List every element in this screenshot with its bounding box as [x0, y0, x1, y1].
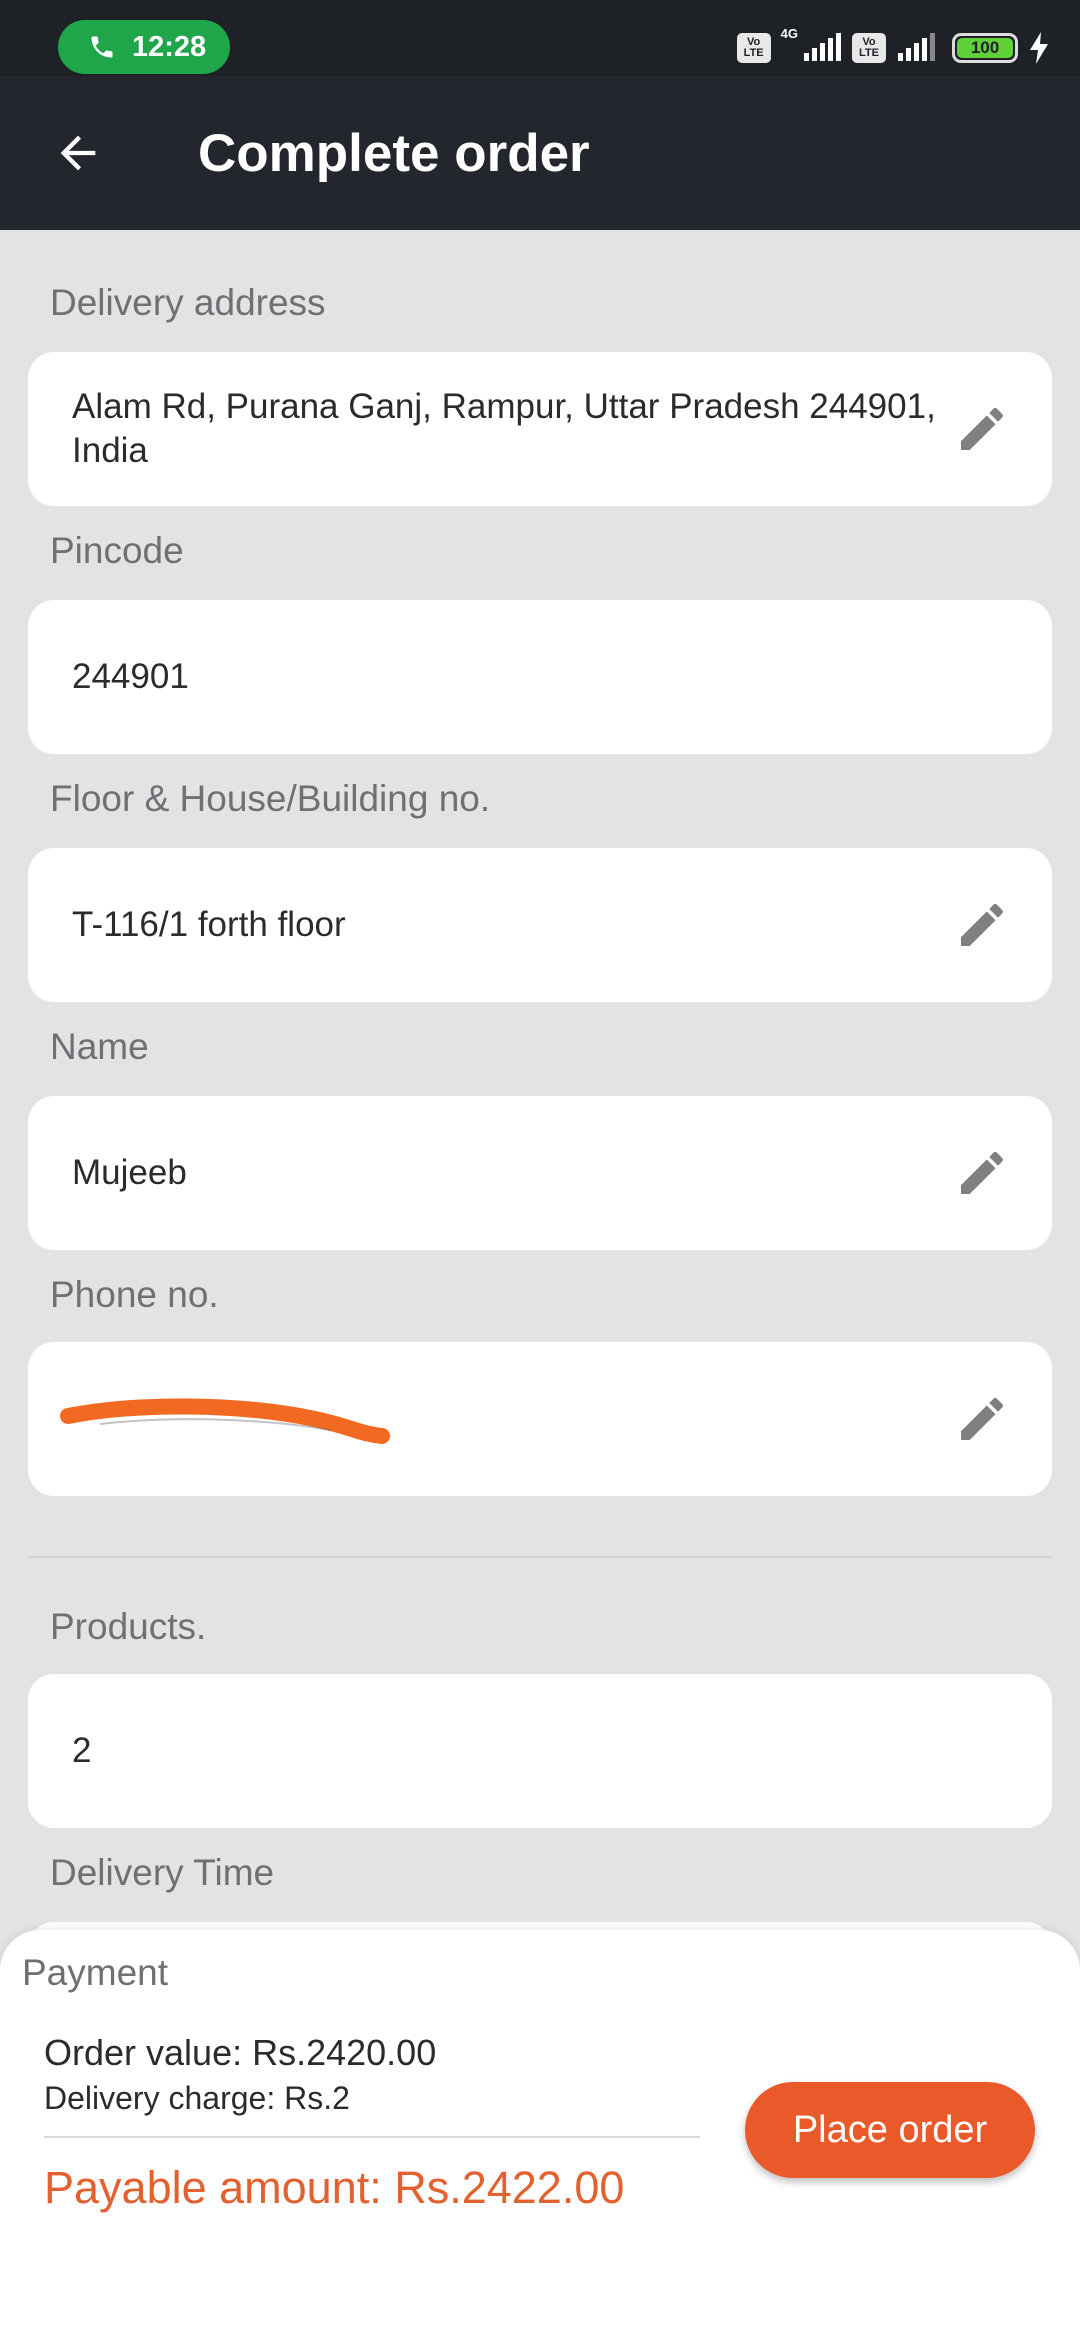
status-bar: 12:28 Vo LTE 4G Vo LTE 100 — [0, 0, 1080, 76]
name-field[interactable]: Mujeeb — [28, 1096, 1052, 1250]
delivery-address-label: Delivery address — [50, 282, 326, 323]
page-title: Complete order — [198, 123, 590, 183]
pencil-icon — [961, 1397, 1003, 1440]
ongoing-call-pill[interactable]: 12:28 — [58, 20, 230, 74]
place-order-button[interactable]: Place order — [745, 2082, 1035, 2178]
order-value: Order value: Rs.2420.00 — [44, 2032, 437, 2073]
delivery-time-label: Delivery Time — [50, 1852, 275, 1893]
charging-bolt-icon — [1030, 32, 1048, 64]
phone-label: Phone no. — [50, 1274, 219, 1315]
products-value: 2 — [72, 1731, 92, 1770]
payment-title: Payment — [22, 1952, 169, 1993]
edit-name-button[interactable] — [952, 1143, 1012, 1203]
volte-badge-1: Vo LTE — [736, 33, 771, 63]
pencil-icon — [961, 1151, 1003, 1194]
redaction-scribble — [60, 1398, 390, 1444]
floor-label: Floor & House/Building no. — [50, 778, 491, 819]
name-value: Mujeeb — [72, 1153, 187, 1192]
status-icons: Vo LTE 4G Vo LTE 100 — [736, 26, 1050, 70]
edit-phone-button[interactable] — [952, 1389, 1012, 1449]
section-divider — [28, 1556, 1052, 1558]
network-type-label: 4G — [780, 26, 798, 41]
phone-icon — [91, 36, 113, 58]
pincode-field[interactable]: 244901 — [28, 600, 1052, 754]
edit-floor-button[interactable] — [952, 895, 1012, 955]
products-field[interactable]: 2 — [28, 1674, 1052, 1828]
payment-sheet: Payment Order value: Rs.2420.00 Delivery… — [0, 1930, 1080, 2340]
delivery-address-value: Alam Rd, Purana Ganj, Rampur, Uttar Prad… — [72, 387, 936, 470]
pencil-icon — [961, 903, 1003, 946]
battery-icon: 100 — [952, 33, 1018, 63]
floor-field[interactable]: T-116/1 forth floor — [28, 848, 1052, 1002]
pencil-icon — [961, 407, 1003, 450]
edit-address-button[interactable] — [952, 399, 1012, 459]
volte-badge-2: Vo LTE — [852, 33, 886, 63]
payment-divider — [44, 2136, 700, 2138]
delivery-address-field[interactable]: Alam Rd, Purana Ganj, Rampur, Uttar Prad… — [28, 352, 1052, 506]
signal-icon-2 — [898, 33, 935, 61]
pincode-value: 244901 — [72, 657, 189, 696]
name-label: Name — [50, 1026, 149, 1067]
clock-time: 12:28 — [132, 30, 207, 63]
arrow-back-icon — [60, 135, 96, 171]
battery-level: 100 — [957, 38, 1013, 58]
app-bar: Complete order — [0, 76, 1080, 230]
pincode-label: Pincode — [50, 530, 184, 571]
products-label: Products. — [50, 1606, 207, 1647]
signal-icon — [804, 33, 841, 61]
floor-value: T-116/1 forth floor — [72, 905, 346, 944]
delivery-charge: Delivery charge: Rs.2 — [44, 2080, 350, 2116]
back-button[interactable] — [38, 113, 118, 193]
payable-amount: Payable amount: Rs.2422.00 — [44, 2162, 625, 2213]
